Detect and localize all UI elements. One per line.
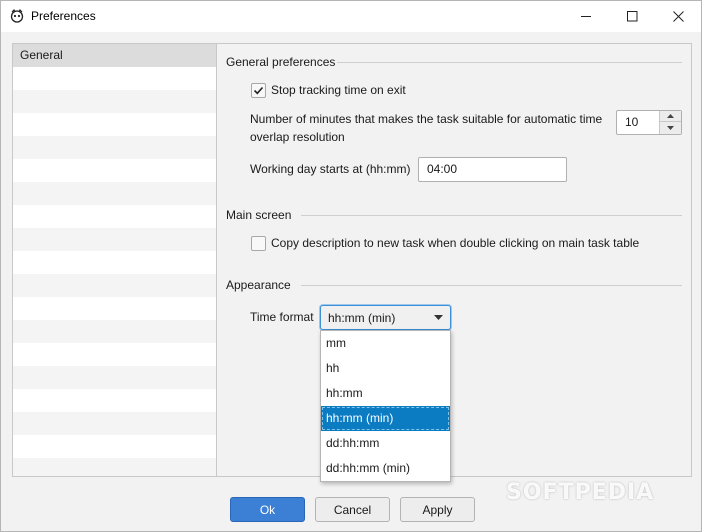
- empty-row: [13, 297, 216, 320]
- overlap-minutes-value: 10: [625, 115, 639, 129]
- time-format-select[interactable]: hh:mm (min): [320, 305, 451, 330]
- app-icon: [10, 9, 24, 23]
- empty-row: [13, 90, 216, 113]
- empty-row: [13, 458, 216, 476]
- overlap-minutes-spinner[interactable]: 10: [616, 110, 682, 135]
- empty-row: [13, 159, 216, 182]
- empty-row: [13, 343, 216, 366]
- time-format-label: Time format: [250, 310, 314, 324]
- empty-row: [13, 113, 216, 136]
- working-day-label: Working day starts at (hh:mm): [250, 162, 411, 176]
- sidebar-item-general[interactable]: General: [13, 44, 216, 67]
- sidebar-item-label: General: [20, 48, 63, 62]
- maximize-button[interactable]: [609, 1, 655, 32]
- ok-button[interactable]: Ok: [230, 497, 305, 522]
- close-icon: [672, 11, 684, 22]
- time-format-option[interactable]: dd:hh:mm: [321, 431, 450, 456]
- time-format-option[interactable]: hh: [321, 356, 450, 381]
- empty-row: [13, 320, 216, 343]
- increment-button[interactable]: [660, 111, 681, 122]
- softpedia-watermark: SOFTPEDIA: [506, 480, 655, 505]
- preferences-panel: General preferences Stop tracking time o…: [217, 43, 692, 482]
- chevron-down-icon: [434, 315, 443, 320]
- minimize-icon: [580, 16, 591, 17]
- decrement-button[interactable]: [660, 122, 681, 133]
- title-bar: Preferences: [1, 1, 701, 32]
- time-format-option-selected[interactable]: hh:mm (min): [321, 406, 450, 431]
- preferences-window: Preferences General General preferences …: [0, 0, 702, 532]
- time-format-option[interactable]: hh:mm: [321, 381, 450, 406]
- empty-row: [13, 366, 216, 389]
- section-title-main-screen: Main screen: [226, 208, 292, 222]
- apply-button[interactable]: Apply: [400, 497, 475, 522]
- section-divider: [301, 215, 682, 216]
- empty-row: [13, 251, 216, 274]
- empty-row: [13, 136, 216, 159]
- section-divider: [337, 62, 682, 63]
- minimize-button[interactable]: [563, 1, 609, 32]
- chevron-down-icon: [667, 125, 674, 130]
- time-format-option[interactable]: mm: [321, 331, 450, 356]
- time-format-dropdown: mm hh hh:mm hh:mm (min) dd:hh:mm dd:hh:m…: [320, 330, 451, 482]
- maximize-icon: [626, 11, 637, 22]
- empty-row: [13, 67, 216, 90]
- empty-row: [13, 228, 216, 251]
- time-format-option[interactable]: dd:hh:mm (min): [321, 456, 450, 481]
- checkmark-icon: [253, 86, 264, 95]
- empty-row: [13, 412, 216, 435]
- category-list: General: [12, 43, 217, 477]
- overlap-minutes-label: Number of minutes that makes the task su…: [250, 112, 603, 144]
- close-button[interactable]: [655, 1, 701, 32]
- stop-tracking-label: Stop tracking time on exit: [271, 83, 406, 97]
- empty-row: [13, 274, 216, 297]
- time-format-value: hh:mm (min): [328, 311, 396, 325]
- spinner-buttons: [659, 111, 681, 134]
- section-divider: [301, 285, 682, 286]
- empty-row: [13, 205, 216, 228]
- working-day-input[interactable]: 04:00: [418, 157, 567, 182]
- chevron-up-icon: [667, 114, 674, 118]
- section-title-appearance: Appearance: [226, 278, 291, 292]
- copy-description-checkbox[interactable]: [251, 236, 266, 251]
- stop-tracking-checkbox[interactable]: [251, 83, 266, 98]
- empty-row: [13, 435, 216, 458]
- cancel-button[interactable]: Cancel: [315, 497, 390, 522]
- section-title-general: General preferences: [226, 55, 336, 69]
- empty-row: [13, 389, 216, 412]
- window-title: Preferences: [31, 9, 96, 23]
- empty-row: [13, 182, 216, 205]
- copy-description-label: Copy description to new task when double…: [271, 236, 640, 250]
